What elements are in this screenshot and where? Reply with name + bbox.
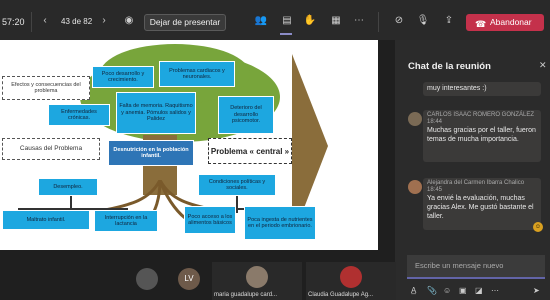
stop-presenting-button[interactable]: Dejar de presentar (144, 14, 226, 31)
rooms-icon[interactable]: ▦ (329, 14, 343, 28)
phone-hangup-icon: ☎ (475, 19, 487, 29)
participant-photo (246, 266, 268, 288)
avatar (408, 112, 422, 126)
participant-tile[interactable]: Claudia Guadalupe Ag... (306, 262, 396, 300)
raise-hand-icon[interactable]: ✋ (303, 14, 317, 28)
format-icon[interactable]: A̲ (411, 286, 416, 295)
participant-tile[interactable]: maria guadalupe card... (212, 262, 302, 300)
more-options-icon[interactable]: ⋯ (352, 14, 366, 28)
connector-line (236, 195, 238, 213)
box-desnutricion: Desnutrición en la población infantil. (108, 140, 194, 166)
message-text: Ya envié la evaluación, muchas gracias A… (427, 195, 534, 220)
message-time: 18:45 (427, 187, 443, 193)
box-enfermedades: Enfermedades crónicas. (48, 104, 110, 126)
share-screen-icon[interactable]: ⇪ (442, 14, 456, 28)
meeting-timer: 57:20 (2, 17, 25, 27)
attach-icon[interactable]: 📎 (427, 286, 437, 295)
box-ingesta: Poca ingesta de nutrientes en el periodo… (244, 206, 316, 240)
leave-label: Abandonar (490, 17, 532, 27)
problem-tree-slide: Efectos y consecuencias del problema Poc… (0, 40, 378, 250)
gif-icon[interactable]: ▣ (459, 286, 467, 295)
leave-button[interactable]: ☎ Abandonar (466, 14, 544, 31)
box-acceso: Poco acceso a los alimentos básicos (184, 206, 236, 234)
participant-name: Claudia Guadalupe Ag... (308, 292, 374, 298)
smile-emoji-icon: ☺ (533, 222, 543, 232)
shared-content-stage: Efectos y consecuencias del problema Poc… (0, 40, 395, 262)
teams-meeting-window: 57:20 ‹ 43 de 82 › ◉ Dejar de presentar … (0, 0, 550, 300)
message-text: muy interesantes :) (427, 85, 487, 92)
avatar (408, 180, 422, 194)
chat-message-input[interactable]: Escribe un mensaje nuevo (407, 255, 545, 279)
chat-active-indicator (280, 33, 292, 35)
previous-slide-icon[interactable]: ‹ (38, 14, 52, 28)
message-text: Muchas gracias por el taller, fueron tem… (427, 127, 536, 143)
camera-off-icon[interactable]: ⊘ (392, 14, 406, 28)
participant-strip: LV maria guadalupe card... Claudia Guada… (0, 262, 396, 300)
participant-avatar-lv[interactable]: LV (178, 268, 200, 290)
central-problem-label: Problema « central » (208, 138, 292, 164)
participant-name: maria guadalupe card... (214, 292, 278, 298)
chat-message: muy interesantes :) (423, 82, 541, 96)
message-author: CARLOS ISAAC ROMERO GONZÁLEZ (427, 112, 535, 118)
more-options-icon[interactable]: ⋯ (491, 286, 499, 295)
effects-label: Efectos y consecuencias del problema (2, 76, 90, 100)
box-poco-desarrollo: Poco desarrollo y crecimiento. (92, 66, 154, 88)
meeting-chat-panel: Chat de la reunión ✕ muy interesantes :)… (395, 40, 550, 300)
message-author: Alejandra del Carmen Ibarra Chalico (427, 180, 525, 186)
chat-title: Chat de la reunión (408, 61, 491, 72)
box-desempleo: Desempleo. (38, 178, 98, 196)
box-cardiacos: Problemas cardiacos y neuronales. (159, 61, 235, 87)
chat-message: CARLOS ISAAC ROMERO GONZÁLEZ 18:44 Mucha… (423, 110, 541, 162)
box-memoria: Falta de memoria. Raquitismo y anemia. P… (116, 92, 196, 134)
box-interrupcion: Interrupción en la lactancia (94, 210, 158, 232)
participants-icon[interactable]: 👥 (254, 14, 268, 28)
slide-indicator: 43 de 82 (61, 17, 93, 26)
participant-photo (340, 266, 362, 288)
next-slide-icon[interactable]: › (97, 14, 111, 28)
close-icon[interactable]: ✕ (539, 60, 547, 71)
emoji-icon[interactable]: ☺ (443, 286, 451, 295)
message-meta: Alejandra del Carmen Ibarra Chalico 18:4… (427, 180, 537, 194)
box-maltrato: Maltrato infantil. (2, 210, 90, 230)
toolbar-divider (31, 12, 32, 32)
message-meta: CARLOS ISAAC ROMERO GONZÁLEZ 18:44 (427, 112, 537, 126)
sticker-icon[interactable]: ◪ (475, 286, 483, 295)
chat-message: Alejandra del Carmen Ibarra Chalico 18:4… (423, 178, 541, 230)
causes-label: Causas del Problema (2, 138, 100, 160)
meeting-toolbar: 57:20 ‹ 43 de 82 › ◉ Dejar de presentar … (0, 0, 550, 40)
microphone-icon[interactable]: 🎙 (416, 14, 430, 28)
box-condiciones: Condiciones políticas y sociales. (198, 174, 276, 196)
message-time: 18:44 (427, 119, 443, 125)
chat-icon[interactable]: ▤ (280, 14, 294, 28)
eye-icon[interactable]: ◉ (122, 14, 136, 28)
box-deterioro: Deterioro del desarrollo psicomotor. (218, 96, 274, 134)
send-icon[interactable]: ➤ (533, 286, 540, 295)
participant-avatar[interactable] (136, 268, 158, 290)
toolbar-divider (378, 12, 379, 32)
